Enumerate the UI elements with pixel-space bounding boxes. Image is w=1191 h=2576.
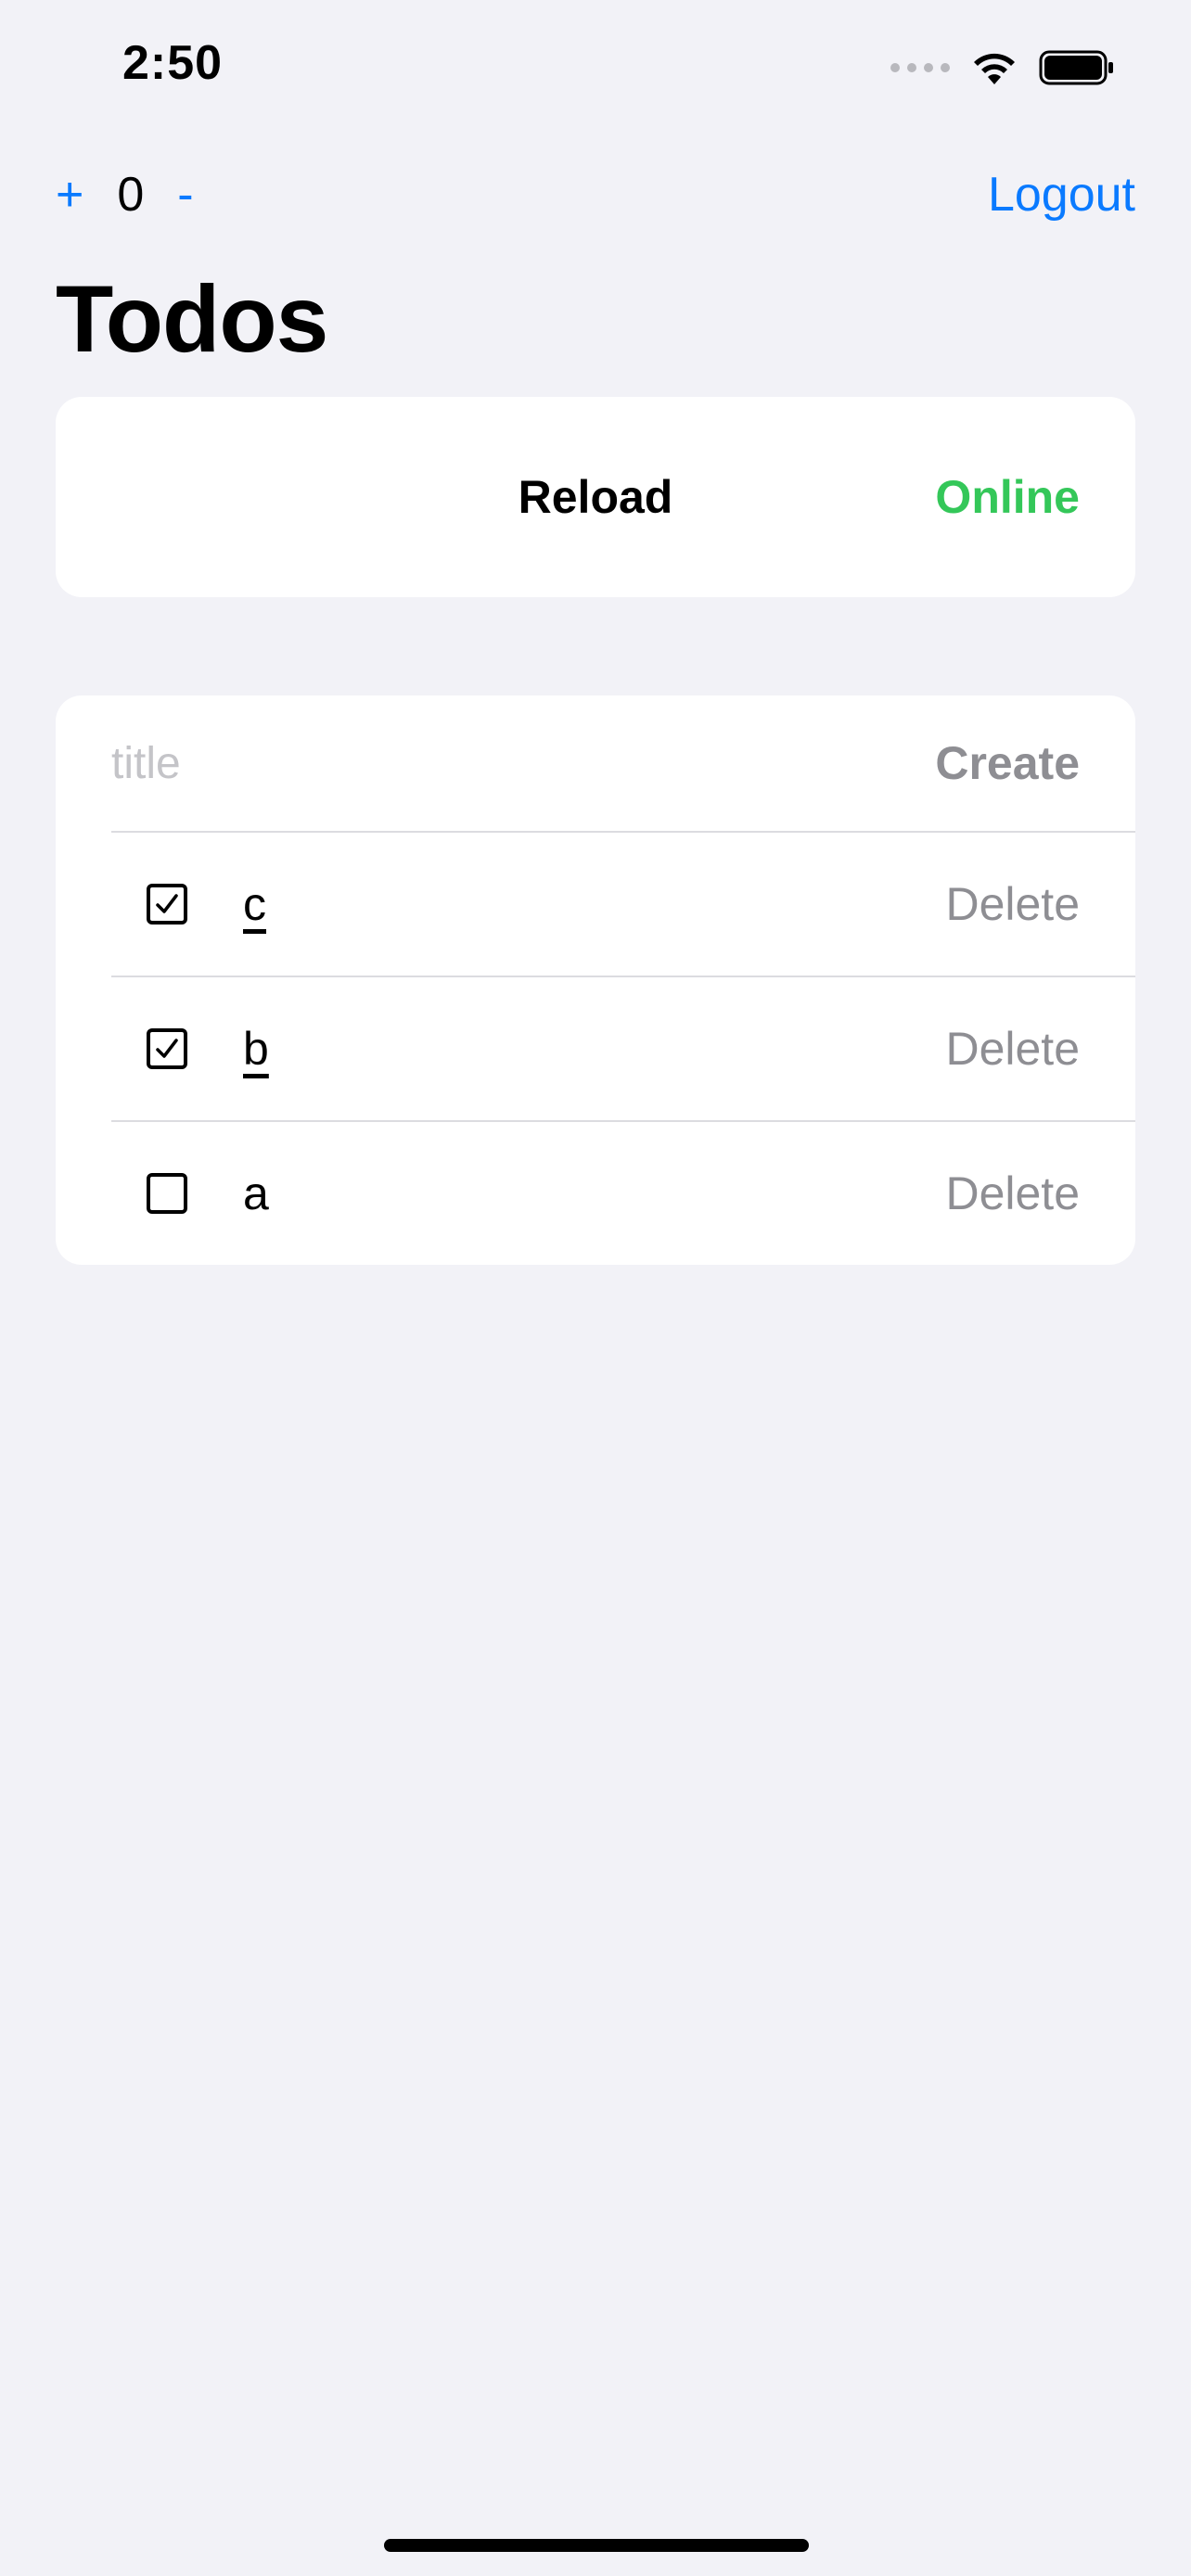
create-todo-row: Create bbox=[111, 695, 1080, 831]
create-button[interactable]: Create bbox=[935, 736, 1080, 790]
battery-icon bbox=[1039, 50, 1113, 85]
delete-button[interactable]: Delete bbox=[945, 1167, 1080, 1220]
todo-checkbox-unchecked[interactable] bbox=[147, 1173, 187, 1214]
delete-button[interactable]: Delete bbox=[945, 1022, 1080, 1076]
counter: + 0 - bbox=[56, 167, 194, 223]
todo-row: a Delete bbox=[111, 1122, 1080, 1265]
wifi-icon bbox=[974, 53, 1015, 84]
status-icons bbox=[890, 45, 1115, 91]
counter-value: 0 bbox=[117, 168, 145, 222]
todo-row: b Delete bbox=[111, 977, 1080, 1120]
home-indicator bbox=[384, 2539, 809, 2552]
reload-card: Reload Online bbox=[56, 397, 1135, 597]
logout-button[interactable]: Logout bbox=[988, 167, 1135, 223]
todo-checkbox-checked[interactable] bbox=[147, 1028, 187, 1069]
checkmark-icon bbox=[156, 894, 178, 913]
todo-checkbox-checked[interactable] bbox=[147, 884, 187, 925]
checkmark-icon bbox=[156, 1039, 178, 1058]
todo-row: c Delete bbox=[111, 833, 1080, 976]
increment-button[interactable]: + bbox=[56, 167, 83, 223]
cellular-signal-icon bbox=[890, 63, 950, 72]
nav-bar: + 0 - Logout bbox=[56, 158, 1135, 232]
status-time: 2:50 bbox=[122, 36, 224, 90]
delete-button[interactable]: Delete bbox=[945, 877, 1080, 931]
todo-title: a bbox=[243, 1167, 269, 1219]
todo-title: b bbox=[243, 1023, 269, 1075]
decrement-button[interactable]: - bbox=[177, 167, 193, 223]
app-screen: 2:50 + 0 - Logout Todos Reload Online ti… bbox=[0, 0, 1191, 2576]
connection-status: Online bbox=[935, 471, 1080, 523]
page-title: Todos bbox=[56, 266, 328, 372]
title-input[interactable] bbox=[111, 737, 761, 789]
todo-list-card: Create c Delete b Delete bbox=[56, 695, 1135, 1265]
todo-title: c bbox=[243, 878, 266, 930]
